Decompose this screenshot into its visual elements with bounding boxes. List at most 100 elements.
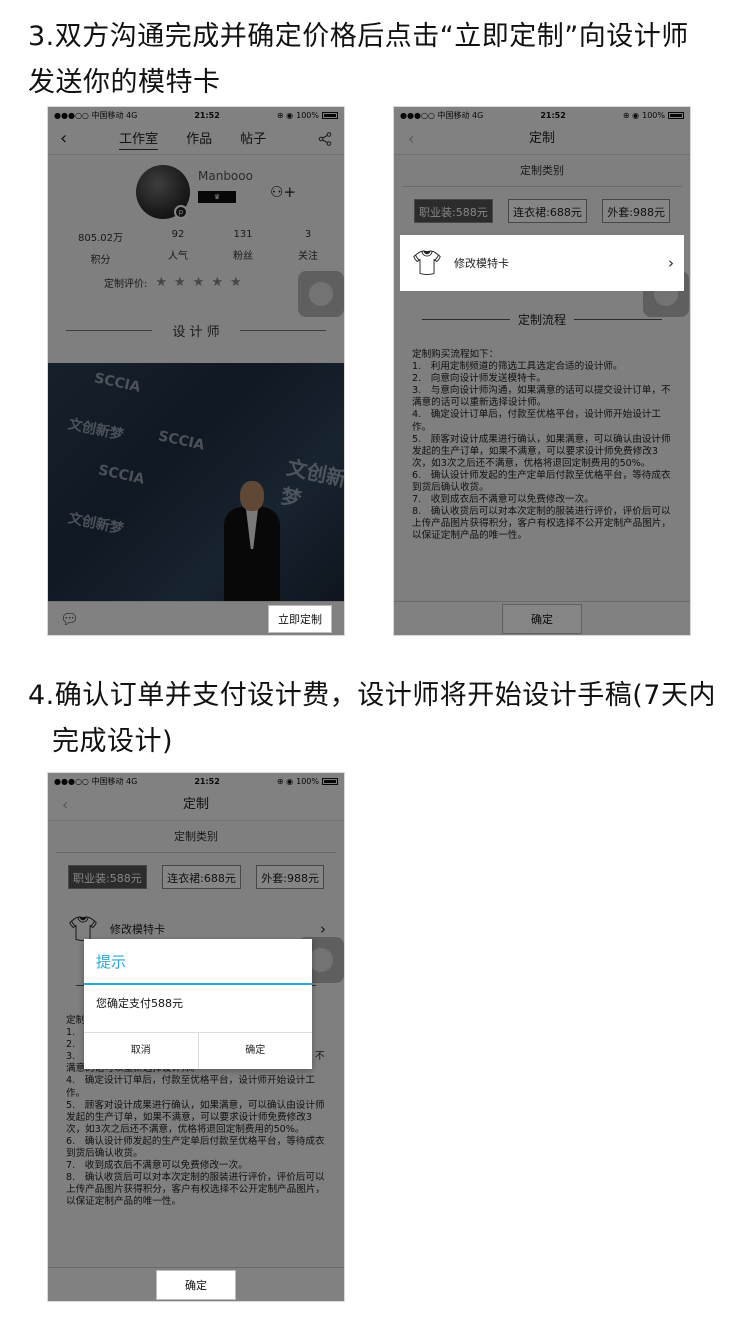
assistive-touch-icon[interactable] (298, 271, 344, 317)
category-label: 定制类别 (56, 821, 336, 853)
alarm-icon: ⊕ ◉ (276, 110, 294, 120)
chat-icon[interactable]: 💬︎ (60, 610, 79, 628)
carrier-label: ●●●○○ 中国移动 4G (400, 110, 484, 120)
flow-step: 5. 顾客对设计成果进行确认，如果满意，可以确认由设计师发起的生产订单，如果不满… (66, 1099, 325, 1135)
payment-dialog: 提示 您确定支付588元 取消 确定 (84, 939, 312, 1069)
stat-value: 3 (304, 229, 312, 240)
battery-icon (667, 111, 684, 119)
tab-works[interactable]: 作品 (186, 128, 212, 150)
status-right: ⊕ ◉ 100% (277, 111, 338, 120)
status-right: ⊕ ◉ 100% (277, 777, 338, 786)
stat-points: 805.02万 积分 (78, 229, 123, 266)
flow-step: 4. 确定设计订单后，付款至优格平台，设计师开始设计工作。 (412, 409, 661, 433)
page-title: 定制 (182, 797, 209, 812)
step4-heading: 4.确认订单并支付设计费，设计师将开始设计手稿(7天内 完成设计) (28, 673, 716, 765)
chip-coat[interactable]: 外套:988元 (256, 865, 324, 889)
battery-label: 100% (296, 110, 319, 120)
confirm-button[interactable]: 确定 (502, 603, 582, 634)
status-right: ⊕ ◉ 100% (623, 111, 684, 120)
flow-steps: 定制购买流程如下： 1. 利用定制频道的筛选工具选定合适的设计师。 2. 向意向… (394, 331, 690, 543)
battery-icon (321, 111, 338, 119)
stat-value: 92 (171, 229, 185, 240)
chip-workwear[interactable]: 职业装:588元 (414, 199, 493, 223)
shirt-icon: 👕︎ (412, 249, 443, 277)
flow-step: 2. 向意向设计师发送模特卡。 (412, 373, 546, 385)
back-icon[interactable]: ‹ (60, 128, 67, 149)
wall-text: 文创新梦 (66, 416, 125, 444)
stat-value: 805.02万 (78, 233, 123, 244)
studio-bottom-bar: 💬︎ 立即定制 (48, 601, 344, 635)
carrier-label: ●●●○○ 中国移动 4G (54, 776, 138, 786)
model-card-label: 修改模特卡 (110, 923, 165, 936)
flow-step: 6. 确认设计师发起的生产定单后付款至优格平台，等待成衣到货后确认收货。 (412, 469, 671, 494)
status-bar: ●●●○○ 中国移动 4G 21:52 ⊕ ◉ 100% (48, 107, 344, 123)
studio-nav: ‹ 工作室 作品 帖子 (48, 123, 344, 155)
stat-label: 粉丝 (233, 251, 253, 262)
clock-label: 21:52 (194, 776, 220, 786)
status-bar: ●●●○○ 中国移动 4G 21:52 ⊕ ◉ 100% (394, 107, 690, 123)
wall-text: SCCIA (96, 462, 146, 488)
alarm-icon: ⊕ ◉ (622, 110, 640, 120)
dialog-cancel-button[interactable]: 取消 (84, 1033, 199, 1069)
stat-label: 积分 (90, 255, 111, 266)
follow-icon[interactable]: ⚇+ (270, 183, 296, 201)
confirm-button[interactable]: 确定 (156, 1269, 236, 1300)
flow-step: 1. 利用定制频道的筛选工具选定合适的设计师。 (412, 361, 623, 373)
back-icon[interactable]: ‹ (62, 789, 68, 821)
custom-now-button[interactable]: 立即定制 (268, 604, 332, 633)
step3-heading-line2: 发送你的模特卡 (28, 67, 221, 98)
clock-label: 21:52 (540, 110, 566, 120)
page-title: 定制 (528, 131, 555, 146)
model-card-label: 修改模特卡 (454, 257, 509, 270)
step4-heading-line2: 完成设计) (52, 726, 174, 757)
battery-icon (321, 777, 338, 785)
stat-value: 131 (233, 229, 253, 240)
chevron-right-icon: › (320, 920, 326, 938)
section-title: 设 计 师 (48, 321, 344, 340)
flow-step: 5. 顾客对设计成果进行确认，如果满意，可以确认由设计师发起的生产订单，如果不满… (412, 433, 671, 469)
studio-tabs: 工作室 作品 帖子 (119, 128, 266, 150)
rating-row: 定制评价: ★★★★★ (104, 275, 249, 290)
stat-fans[interactable]: 131 粉丝 (233, 229, 253, 266)
flow-step: 6. 确认设计师发起的生产定单后付款至优格平台，等待成衣到货后确认收货。 (66, 1135, 325, 1160)
rating-stars: ★★★★★ (155, 275, 249, 290)
tab-studio[interactable]: 工作室 (119, 128, 159, 150)
back-icon[interactable]: ‹ (408, 123, 414, 155)
status-bar: ●●●○○ 中国移动 4G 21:52 ⊕ ◉ 100% (48, 773, 344, 789)
chip-workwear[interactable]: 职业装:588元 (68, 865, 147, 889)
flow-step: 3. 与意向设计师沟通，如果满意的话可以提交设计订单，不满意的话可以重新选择设计… (412, 385, 671, 409)
custom-nav: ‹ 定制 (394, 123, 690, 155)
custom-nav: ‹ 定制 (48, 789, 344, 821)
stat-following[interactable]: 3 关注 (298, 229, 318, 266)
chip-dress[interactable]: 连衣裙:688元 (162, 865, 241, 889)
step3-heading: 3.双方沟通完成并确定价格后点击“立即定制”向设计师 发送你的模特卡 (28, 14, 689, 106)
dialog-title: 提示 (84, 939, 312, 985)
level-badge: ♛ (198, 191, 236, 203)
stats-row: 805.02万 积分 92 人气 131 粉丝 3 关注 (78, 229, 318, 266)
dialog-buttons: 取消 确定 (84, 1033, 312, 1069)
category-label: 定制类别 (402, 155, 682, 187)
share-icon[interactable] (318, 131, 332, 146)
chip-coat[interactable]: 外套:988元 (602, 199, 670, 223)
alarm-icon: ⊕ ◉ (276, 776, 294, 786)
verified-badge-icon: p (174, 205, 188, 219)
tab-posts[interactable]: 帖子 (240, 128, 266, 150)
dialog-message: 您确定支付588元 (84, 985, 312, 1033)
flow-step: 8. 确认收货后可以对本次定制的服装进行评价，评价后可以上传产品图片获得积分，客… (412, 506, 672, 542)
category-chips: 职业装:588元 连衣裙:688元 外套:988元 (48, 853, 344, 901)
studio-screenshot: ●●●○○ 中国移动 4G 21:52 ⊕ ◉ 100% ‹ 工作室 作品 帖子 … (47, 106, 345, 636)
flow-step: 定制购买流程如下： (412, 349, 499, 360)
rating-label: 定制评价: (104, 279, 148, 290)
chip-dress[interactable]: 连衣裙:688元 (508, 199, 587, 223)
wall-text: 文创新梦 (66, 510, 125, 538)
flow-step: 4. 确定设计订单后，付款至优格平台，设计师开始设计工作。 (66, 1075, 315, 1099)
step4-heading-line1: 4.确认订单并支付设计费，设计师将开始设计手稿(7天内 (28, 680, 716, 711)
confirm-bar: 确定 (48, 1267, 344, 1301)
edit-model-card-row[interactable]: 👕︎ 修改模特卡 › (400, 235, 684, 291)
flow-step: 7. 收到成衣后不满意可以免费修改一次。 (66, 1160, 248, 1172)
stat-label: 关注 (298, 251, 318, 262)
designer-photo: SCCIA 文创新梦 SCCIA 文创新梦 SCCIA 文创新梦 (48, 363, 344, 601)
wall-text: 文创新梦 (278, 455, 344, 512)
battery-label: 100% (642, 110, 665, 120)
dialog-confirm-button[interactable]: 确定 (199, 1033, 313, 1069)
